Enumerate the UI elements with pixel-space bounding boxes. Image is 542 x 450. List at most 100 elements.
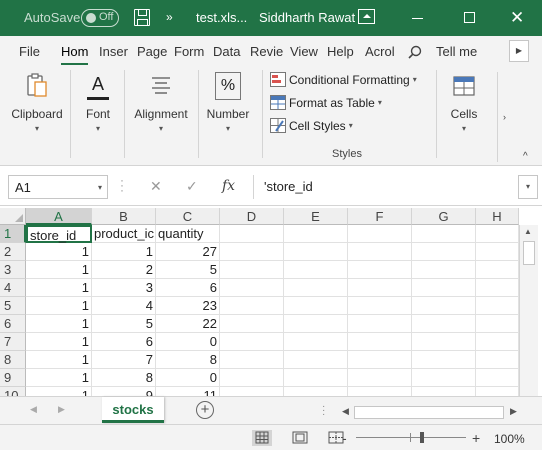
row-header[interactable]: 4: [0, 279, 26, 297]
row-header[interactable]: 5: [0, 297, 26, 315]
cell[interactable]: product_ic: [92, 225, 156, 243]
column-header-a[interactable]: A: [26, 208, 92, 225]
row-header[interactable]: 8: [0, 351, 26, 369]
cell[interactable]: 6: [92, 333, 156, 351]
collapse-ribbon-icon[interactable]: ^: [523, 151, 528, 162]
insert-function-icon[interactable]: fx: [222, 178, 235, 194]
normal-view-icon[interactable]: [252, 430, 272, 446]
cell[interactable]: [348, 351, 412, 369]
cell[interactable]: [284, 297, 348, 315]
add-sheet-icon[interactable]: +: [196, 401, 214, 419]
scroll-right-icon[interactable]: ▶: [510, 406, 517, 417]
cell[interactable]: 1: [26, 261, 92, 279]
cell[interactable]: [412, 315, 476, 333]
cell[interactable]: [220, 261, 284, 279]
cell[interactable]: 8: [92, 369, 156, 387]
name-box-caret-icon[interactable]: ▾: [98, 183, 102, 192]
cell[interactable]: 5: [92, 315, 156, 333]
cell[interactable]: [284, 369, 348, 387]
font-group[interactable]: A Font ▾: [76, 66, 120, 133]
scroll-left-icon[interactable]: ◀: [342, 406, 349, 417]
cell[interactable]: [412, 297, 476, 315]
tab-page-layout[interactable]: Page: [137, 44, 167, 59]
cell[interactable]: 1: [26, 315, 92, 333]
vertical-scroll-thumb[interactable]: [523, 241, 535, 265]
cell[interactable]: [348, 297, 412, 315]
minimize-icon[interactable]: [412, 18, 423, 19]
cell[interactable]: 3: [92, 279, 156, 297]
cell[interactable]: [412, 225, 476, 243]
cell[interactable]: [412, 369, 476, 387]
cell[interactable]: [412, 279, 476, 297]
cell[interactable]: [412, 243, 476, 261]
cell[interactable]: [348, 261, 412, 279]
sheet-scroll-left-icon[interactable]: ◀: [30, 404, 37, 415]
format-as-table-button[interactable]: Format as Table ▾: [270, 95, 382, 110]
tab-acrobat[interactable]: Acrol: [365, 44, 395, 59]
cell[interactable]: [284, 243, 348, 261]
formula-bar-resize-handle[interactable]: · · ·: [120, 174, 124, 196]
zoom-in-button[interactable]: +: [472, 430, 480, 446]
cell[interactable]: [412, 387, 476, 396]
cell[interactable]: [220, 387, 284, 396]
tab-insert[interactable]: Inser: [99, 44, 128, 59]
scroll-up-icon[interactable]: ▲: [524, 227, 532, 236]
autosave-toggle[interactable]: Off: [81, 9, 119, 27]
row-header[interactable]: 7: [0, 333, 26, 351]
number-group[interactable]: % Number ▾: [202, 66, 254, 133]
row-header[interactable]: 3: [0, 261, 26, 279]
cell[interactable]: [220, 279, 284, 297]
cell[interactable]: [348, 279, 412, 297]
cell[interactable]: [348, 333, 412, 351]
cell[interactable]: 1: [26, 351, 92, 369]
cell[interactable]: 8: [156, 351, 220, 369]
cell[interactable]: 4: [92, 297, 156, 315]
expand-formula-bar-icon[interactable]: ▾: [518, 175, 538, 199]
page-layout-view-icon[interactable]: [290, 430, 310, 446]
row-header[interactable]: 9: [0, 369, 26, 387]
cell[interactable]: 9: [92, 387, 156, 396]
cell[interactable]: 0: [156, 333, 220, 351]
column-header-c[interactable]: C: [156, 208, 220, 225]
cell[interactable]: [348, 243, 412, 261]
conditional-formatting-button[interactable]: Conditional Formatting ▾: [270, 72, 417, 87]
cell[interactable]: [476, 315, 519, 333]
quick-access-more-icon[interactable]: »: [166, 10, 172, 24]
cell[interactable]: [284, 351, 348, 369]
column-header-d[interactable]: D: [220, 208, 284, 225]
row-header[interactable]: 6: [0, 315, 26, 333]
cell[interactable]: [220, 315, 284, 333]
sheet-scroll-right-icon[interactable]: ▶: [58, 404, 65, 415]
row-header[interactable]: 1: [0, 225, 26, 243]
cell[interactable]: [412, 333, 476, 351]
ribbon-display-options-icon[interactable]: [358, 9, 375, 24]
clipboard-group[interactable]: Clipboard ▾: [6, 66, 68, 133]
close-icon[interactable]: ✕: [510, 8, 524, 28]
cell[interactable]: quantity: [156, 225, 220, 243]
cancel-entry-icon[interactable]: ✕: [150, 178, 162, 195]
cell[interactable]: [348, 315, 412, 333]
cell[interactable]: [476, 297, 519, 315]
vertical-scrollbar[interactable]: ▲: [519, 225, 538, 396]
cell[interactable]: 1: [26, 333, 92, 351]
cell[interactable]: [348, 387, 412, 396]
tab-file[interactable]: File: [19, 44, 40, 59]
cell[interactable]: [284, 315, 348, 333]
cell[interactable]: 6: [156, 279, 220, 297]
cell[interactable]: [284, 225, 348, 243]
cell[interactable]: 1: [26, 279, 92, 297]
cell[interactable]: [220, 333, 284, 351]
cell[interactable]: 23: [156, 297, 220, 315]
cell[interactable]: [476, 369, 519, 387]
cells-group[interactable]: Cells ▾: [442, 66, 486, 133]
cell[interactable]: [412, 351, 476, 369]
column-header-h[interactable]: H: [476, 208, 519, 225]
select-all-button[interactable]: [0, 208, 26, 225]
tab-review[interactable]: Revie: [250, 44, 283, 59]
cell[interactable]: [348, 225, 412, 243]
active-cell[interactable]: store_id: [26, 225, 92, 243]
cell[interactable]: [476, 351, 519, 369]
column-header-g[interactable]: G: [412, 208, 476, 225]
cell[interactable]: [284, 279, 348, 297]
cell[interactable]: [476, 225, 519, 243]
